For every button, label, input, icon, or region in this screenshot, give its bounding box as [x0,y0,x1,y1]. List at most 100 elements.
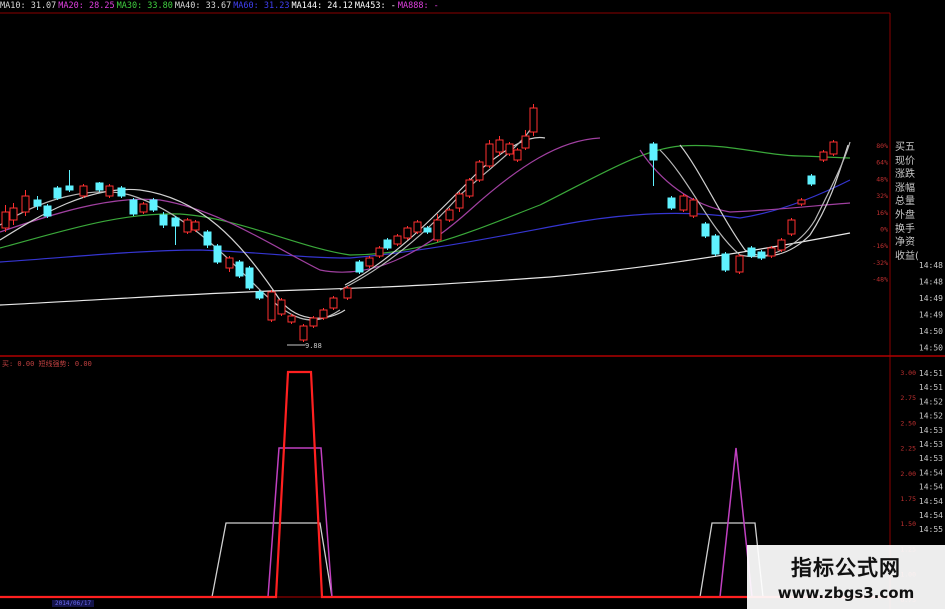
ma-legend-bar: MA10: 31.07 MA20: 28.25 MA30: 33.80 MA40: 3… [0,0,890,12]
candle-down [43,205,52,217]
side-panel-item: 涨跌 [895,169,915,181]
candle-up [679,195,688,211]
indicator-legend: 买: 0.00 短线强势: 0.00 [2,360,92,368]
candle-up [225,257,234,269]
watermark: 指标公式网 www.zbgs3.com [747,545,945,609]
time-axis-label: 14:52 [919,412,943,421]
candle-up [105,185,114,197]
time-axis-label: 14:52 [919,397,943,406]
candle-down [213,245,222,263]
time-axis-label: 14:49 [919,294,943,303]
price-axis-label: -48% [872,276,888,284]
time-axis-label: 14:54 [919,497,943,506]
candle-down [355,261,364,273]
price-axis-label: 32% [876,192,888,200]
candle-up [735,255,744,273]
candle-up [9,207,18,221]
indicator-axis-label: 2.00 [900,470,916,478]
ma-legend-item: MA144: 24.12 [291,1,353,11]
watermark-title: 指标公式网 [791,556,901,580]
candle-down [117,187,126,197]
candle-down [649,143,658,161]
candle-down [65,185,74,191]
quote-side-panel: 买五 现价 涨跌 涨幅 总量 外盘 换手 净资 收益( [895,141,943,263]
side-panel-item: 总量 [895,196,915,208]
time-axis-label: 14:51 [919,369,943,378]
candle-down [33,199,42,207]
min-price-label: 9.88 [305,342,322,350]
candle-up [465,179,474,197]
candle-up [777,239,786,251]
candle-up [267,291,276,321]
candle-up [403,227,412,239]
candle-up [393,235,402,245]
candle-up [375,247,384,257]
price-axis-label: -32% [872,259,888,267]
date-tag: 2014/06/17 [52,600,95,607]
price-axis-label: 48% [876,175,888,183]
candle-down [171,217,180,227]
ma-legend-item: MA10: 31.07 [0,1,57,11]
ma10-line-c [679,144,849,257]
candle-up [309,317,318,327]
side-panel-item: 现价 [895,155,915,167]
indicator-axis-label: 2.25 [900,445,916,453]
candle-up [343,287,352,299]
watermark-url: www.zbgs3.com [777,584,915,602]
ma60-line [0,179,851,263]
candle-down [721,253,730,271]
candle-up [299,325,308,341]
candle-down [245,267,254,289]
ma-legend-item: MA40: 33.67 [174,1,232,11]
price-axis-label: -16% [872,242,888,250]
candle-down [95,182,104,191]
candle-down [757,251,766,259]
candle-down [807,175,816,185]
candle-up [455,193,464,209]
candle-up [287,315,296,323]
price-axis-label: 80% [876,142,888,150]
ma-legend-item: MA20: 28.25 [58,1,115,11]
candle-up [79,185,88,197]
indicator-axis-label: 2.50 [900,419,916,427]
candle-up [1,211,10,229]
candle-down [203,231,212,246]
ma-legend-item: MA453: - [354,1,396,11]
time-axis-label: 14:54 [919,483,943,492]
candle-up [521,135,530,149]
price-axis-label: 0% [880,226,888,234]
side-panel-item: 换手 [895,223,915,235]
candle-up [277,299,286,315]
candle-up [505,143,514,155]
indicator-axis-label: 3.00 [900,369,916,377]
candle-up [475,161,484,181]
time-axis-label: 14:53 [919,440,943,449]
candle-down [711,235,720,255]
stock-chart[interactable]: 80%64%48%32%16%0%-16%-32%-48%14:4814:481… [0,0,945,609]
time-axis-label: 14:50 [919,344,943,353]
time-axis-label: 14:54 [919,511,943,520]
price-axis-label: 16% [876,209,888,217]
candle-up [183,219,192,233]
candle-down [747,247,756,257]
side-panel-item: 买五 [895,142,915,153]
candle-down [53,187,62,199]
candle-up [485,143,494,167]
candle-down [255,291,264,299]
time-axis-label: 14:48 [919,278,943,287]
candle-up [445,209,454,221]
candle-up [433,219,442,241]
candle-up [319,309,328,319]
candle-up [21,195,30,213]
candle-down [667,197,676,209]
ma10-line-a [0,188,346,319]
time-axis-label: 14:53 [919,426,943,435]
side-panel-item: 外盘 [895,209,915,221]
candle-up [413,221,422,233]
time-axis-label: 14:49 [919,311,943,320]
time-axis-label: 14:50 [919,327,943,336]
candle-up [829,141,838,155]
time-axis-label: 14:55 [919,525,943,534]
candle-down [235,261,244,277]
candle-up [139,203,148,213]
